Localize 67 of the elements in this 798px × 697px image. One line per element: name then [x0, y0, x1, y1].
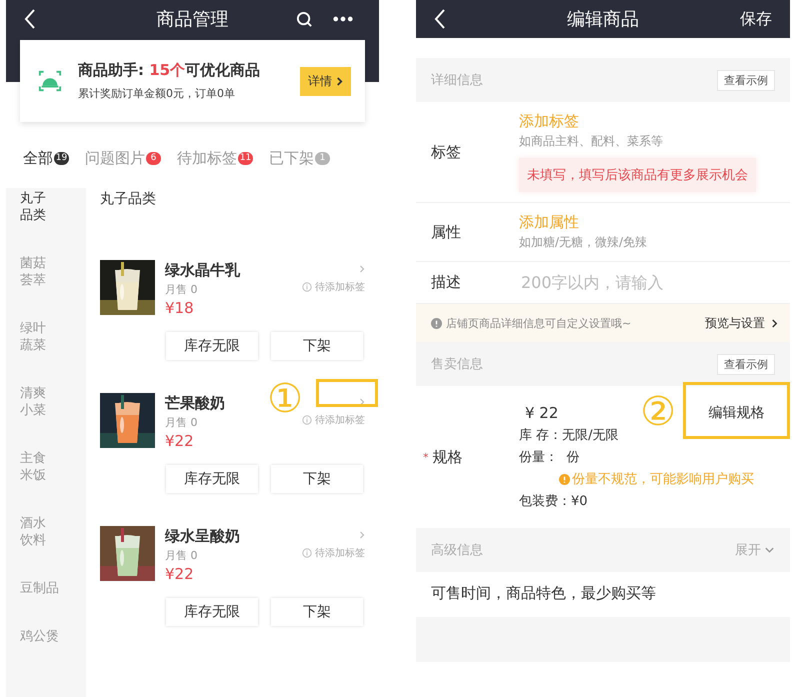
tag-status: 待添加标签	[315, 546, 365, 560]
edit-spec-button[interactable]: 编辑规格	[683, 386, 790, 440]
category-title: 丸子品类	[100, 190, 157, 209]
product-name: 芒果酸奶	[165, 394, 226, 413]
product-price: ¥18	[165, 299, 195, 317]
annotation-number: ①	[267, 377, 303, 421]
section-title: 详细信息	[431, 72, 483, 89]
chevron-icon	[336, 76, 343, 86]
tag-status: 待添加标签	[315, 414, 365, 427]
spec-price: ¥ 22	[525, 404, 558, 422]
save-button[interactable]: 保存	[740, 8, 772, 30]
packing-fee: 包装费：¥0	[519, 493, 588, 510]
info-icon	[302, 282, 312, 292]
stock-button[interactable]: 库存无限	[166, 598, 258, 626]
example-button[interactable]: 查看示例	[717, 354, 775, 374]
notice-text: 店铺页商品详细信息可自定义设置哦~	[446, 316, 632, 330]
field-label: 标签	[431, 142, 462, 162]
monthly-sales: 月售 0	[165, 548, 198, 563]
assistant-title: 商品助手: 15个可优化商品	[78, 61, 262, 80]
product-name: 绿水晶牛乳	[165, 261, 242, 280]
chevron-icon	[771, 318, 778, 328]
stock-button[interactable]: 库存无限	[166, 465, 258, 493]
info-icon	[302, 415, 312, 425]
monthly-sales: 月售 0	[165, 415, 198, 430]
details-button[interactable]: 详情	[300, 66, 351, 96]
delist-button[interactable]: 下架	[271, 465, 363, 493]
count-badge: 11	[238, 152, 253, 164]
advanced-summary: 可售时间，商品特色，最少购买等	[430, 583, 657, 604]
category-item[interactable]: 丸子品类	[6, 188, 47, 240]
back-icon[interactable]	[434, 8, 446, 30]
back-icon[interactable]	[24, 8, 36, 30]
field-label: 规格	[432, 448, 462, 466]
field-hint: 如加糖/无糖，微辣/免辣	[519, 234, 648, 251]
more-icon[interactable]	[333, 16, 353, 22]
count-badge: 1	[315, 152, 330, 164]
annotation-number: ②	[640, 390, 676, 434]
field-label: 属性	[431, 222, 462, 242]
monthly-sales: 月售 0	[165, 282, 198, 297]
info-icon	[302, 548, 312, 558]
field-label: 描述	[431, 273, 462, 292]
field-hint: 如商品主料、配料、菜系等	[519, 133, 663, 150]
preview-link[interactable]: 预览与设置	[705, 314, 778, 332]
filter-tab[interactable]: 问题图片 6	[85, 148, 161, 168]
delist-button[interactable]: 下架	[271, 332, 363, 360]
alert-icon	[559, 474, 570, 484]
required-mark: *	[423, 450, 428, 464]
count-badge: 6	[146, 152, 161, 164]
count-badge: 19	[54, 152, 69, 164]
example-button[interactable]: 查看示例	[717, 70, 775, 90]
warning-message: 份量不规范，可能影响用户购买	[572, 471, 754, 488]
warning-message: 未填写，填写后该商品有更多展示机会	[519, 158, 756, 192]
page-title: 编辑商品	[567, 8, 639, 31]
product-name: 绿水呈酸奶	[165, 527, 241, 546]
section-title: 高级信息	[431, 542, 483, 559]
section-title: 售卖信息	[431, 356, 483, 373]
page-title: 商品管理	[156, 8, 228, 31]
product-price: ¥22	[165, 565, 195, 583]
spec-portion: 份量： 份	[519, 449, 580, 466]
stock-button[interactable]: 库存无限	[166, 332, 258, 360]
alert-icon	[431, 318, 442, 328]
product-price: ¥22	[165, 432, 195, 450]
cloche-icon	[38, 69, 62, 93]
tag-status: 待添加标签	[315, 280, 365, 294]
assistant-subtitle: 累计奖励订单金额0元，订单0单	[78, 86, 236, 101]
delist-button[interactable]: 下架	[271, 598, 363, 626]
spec-stock: 库 存：无限/无限	[519, 427, 619, 444]
search-icon[interactable]	[296, 10, 313, 28]
